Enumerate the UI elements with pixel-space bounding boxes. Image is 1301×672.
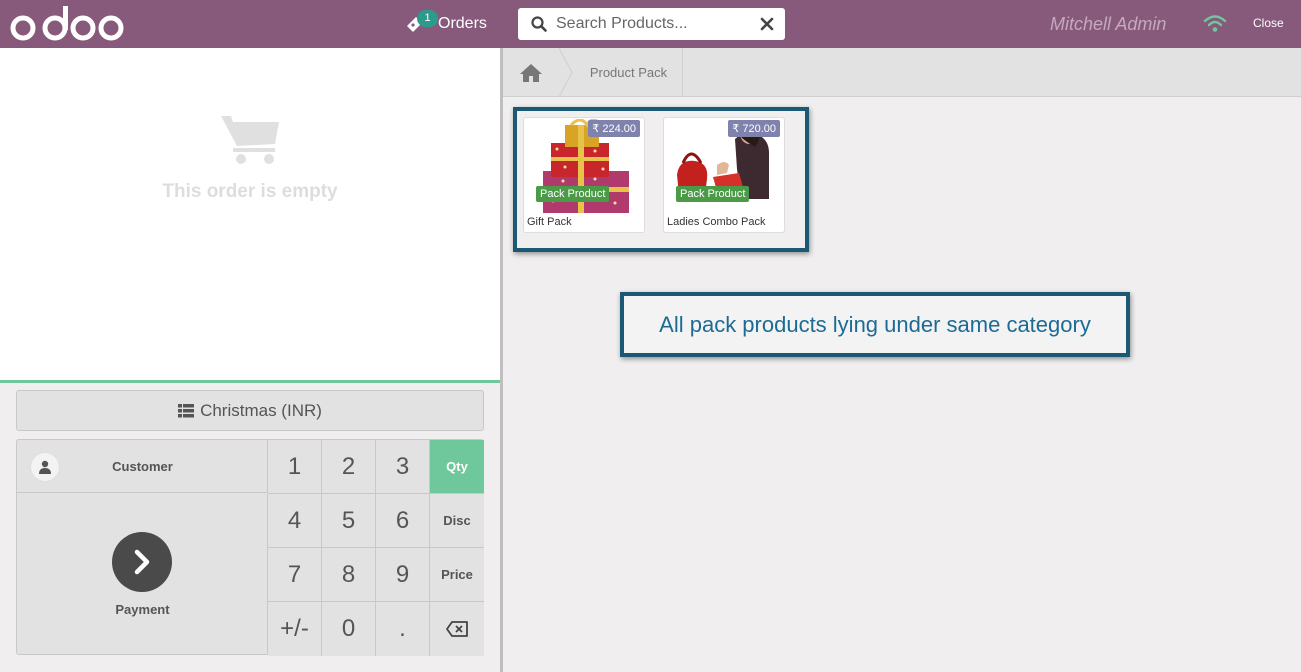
- pack-product-tag: Pack Product: [536, 186, 610, 202]
- disc-mode-button[interactable]: Disc: [430, 494, 484, 548]
- customer-label: Customer: [112, 459, 173, 474]
- orders-button[interactable]: 1 Orders: [404, 8, 487, 40]
- close-button[interactable]: Close: [1253, 16, 1284, 30]
- numpad-key-0[interactable]: 0: [322, 602, 376, 656]
- product-name: Ladies Combo Pack: [667, 216, 766, 228]
- category-breadcrumb: Product Pack: [503, 48, 1301, 97]
- control-pads: Christmas (INR) Customer Payment 1 2 3 Q…: [0, 383, 500, 672]
- qty-mode-button[interactable]: Qty: [430, 440, 484, 494]
- numpad-key-5[interactable]: 5: [322, 494, 376, 548]
- numpad-key-7[interactable]: 7: [268, 548, 322, 602]
- annotation-callout: All pack products lying under same categ…: [620, 292, 1130, 357]
- price-mode-button[interactable]: Price: [430, 548, 484, 602]
- numpad-key-2[interactable]: 2: [322, 440, 376, 494]
- customer-button[interactable]: Customer: [17, 440, 268, 493]
- product-name: Gift Pack: [527, 216, 572, 228]
- search-input[interactable]: [556, 15, 756, 33]
- pricelist-label: Christmas (INR): [200, 400, 322, 420]
- list-icon: [178, 403, 195, 417]
- breadcrumb-product-pack[interactable]: Product Pack: [575, 48, 683, 97]
- numpad-key-1[interactable]: 1: [268, 440, 322, 494]
- pack-product-tag: Pack Product: [676, 186, 750, 202]
- actionpad-numpad: Customer Payment 1 2 3 Qty 4 5 6 Disc 7 …: [16, 439, 484, 656]
- chevron-right-icon: [112, 532, 172, 592]
- numpad-key-dot[interactable]: .: [376, 602, 430, 656]
- search-box[interactable]: [518, 8, 785, 40]
- orders-count-badge: 1: [417, 10, 438, 27]
- numpad-key-3[interactable]: 3: [376, 440, 430, 494]
- numpad-key-sign[interactable]: +/-: [268, 602, 322, 656]
- product-card-ladies-combo-pack[interactable]: ₹ 720.00 Pack Product Ladies Combo Pack: [663, 117, 785, 233]
- odoo-logo: [10, 6, 124, 41]
- highlighted-products-frame: ₹ 224.00 Pack Product Gift Pack ₹ 720.00…: [513, 107, 809, 252]
- payment-button[interactable]: Payment: [17, 494, 268, 655]
- wifi-icon: [1203, 15, 1227, 32]
- numpad-key-4[interactable]: 4: [268, 494, 322, 548]
- numpad: 1 2 3 Qty 4 5 6 Disc 7 8 9 Price +/- 0 .: [268, 440, 484, 656]
- home-icon: [520, 63, 542, 82]
- product-price-badge: ₹ 224.00: [588, 120, 640, 137]
- breadcrumb-separator-icon: [559, 48, 573, 97]
- ticket-icon: 1: [404, 10, 438, 36]
- shopping-cart-icon: [221, 116, 279, 164]
- top-bar: 1 Orders Mitchell Admin Close: [0, 0, 1301, 48]
- product-price-badge: ₹ 720.00: [728, 120, 780, 137]
- pricelist-button[interactable]: Christmas (INR): [16, 390, 484, 431]
- payment-label: Payment: [115, 602, 170, 617]
- clear-search-icon[interactable]: [759, 16, 775, 32]
- numpad-key-8[interactable]: 8: [322, 548, 376, 602]
- user-name: Mitchell Admin: [1050, 14, 1167, 34]
- numpad-key-9[interactable]: 9: [376, 548, 430, 602]
- product-screen: Product Pack ₹ 224.00 Pack Product Gift …: [503, 48, 1301, 672]
- product-card-gift-pack[interactable]: ₹ 224.00 Pack Product Gift Pack: [523, 117, 645, 233]
- order-container: This order is empty: [0, 48, 500, 380]
- order-pane: This order is empty Christmas (INR) Cust…: [0, 48, 500, 672]
- search-icon: [524, 8, 554, 40]
- numpad-key-6[interactable]: 6: [376, 494, 430, 548]
- empty-order-message: This order is empty: [162, 181, 338, 202]
- home-button[interactable]: [503, 48, 559, 97]
- backspace-icon: [446, 621, 468, 637]
- backspace-button[interactable]: [430, 602, 484, 656]
- orders-label: Orders: [438, 15, 487, 32]
